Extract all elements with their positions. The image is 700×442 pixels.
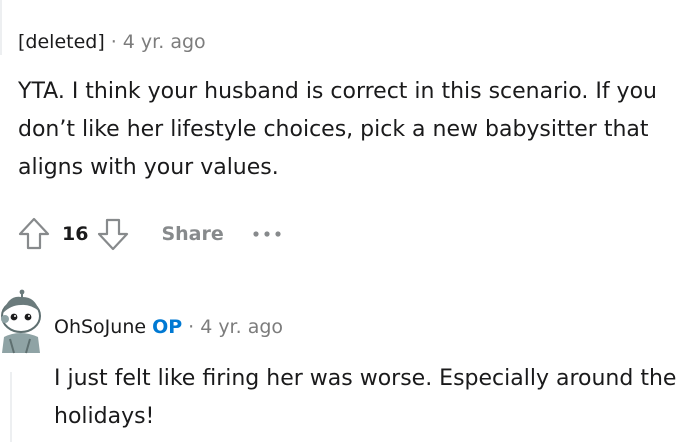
reply-meta: OhSoJune OP · 4 yr. ago bbox=[54, 315, 283, 339]
comment-thread: [deleted] · 4 yr. ago YTA. I think your hu… bbox=[0, 0, 700, 442]
upvote-arrow-icon bbox=[18, 217, 50, 250]
reply-body: I just felt like firing her was worse. E… bbox=[54, 366, 677, 429]
thread-line[interactable] bbox=[10, 372, 12, 442]
comment-author: [deleted] bbox=[18, 31, 105, 53]
reply-author[interactable]: OhSoJune bbox=[54, 316, 146, 338]
comment-timestamp[interactable]: 4 yr. ago bbox=[123, 31, 206, 53]
comment-body: YTA. I think your husband is correct in … bbox=[18, 79, 657, 180]
reply-timestamp[interactable]: 4 yr. ago bbox=[200, 316, 283, 338]
thread-line[interactable] bbox=[0, 0, 2, 55]
more-options-button[interactable] bbox=[252, 219, 282, 249]
user-avatar-icon[interactable] bbox=[0, 289, 42, 355]
meta-separator: · bbox=[110, 31, 117, 53]
comment-actions: 16 Share bbox=[14, 212, 282, 256]
vote-score: 16 bbox=[62, 223, 89, 245]
op-badge: OP bbox=[152, 316, 183, 338]
meta-separator: · bbox=[188, 316, 195, 338]
downvote-arrow-icon bbox=[98, 218, 129, 251]
downvote-button[interactable] bbox=[93, 214, 133, 254]
comment-meta: [deleted] · 4 yr. ago bbox=[18, 30, 206, 54]
share-button[interactable]: Share bbox=[161, 223, 223, 245]
more-options-icon bbox=[253, 231, 281, 237]
upvote-button[interactable] bbox=[14, 214, 54, 254]
